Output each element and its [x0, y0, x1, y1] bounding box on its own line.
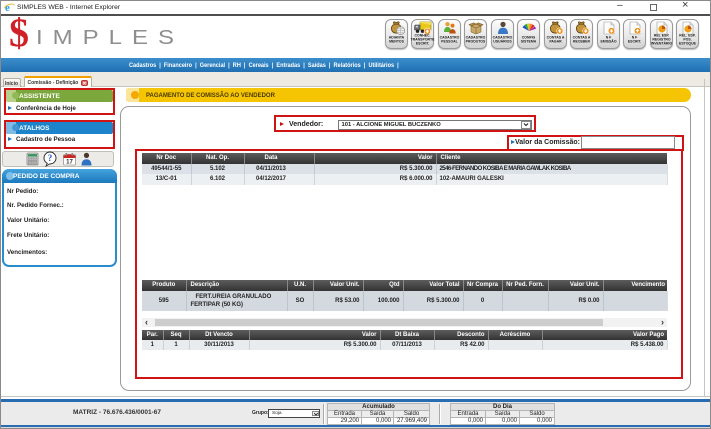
svg-text:17: 17: [66, 160, 73, 166]
svg-text:?: ?: [48, 153, 53, 163]
